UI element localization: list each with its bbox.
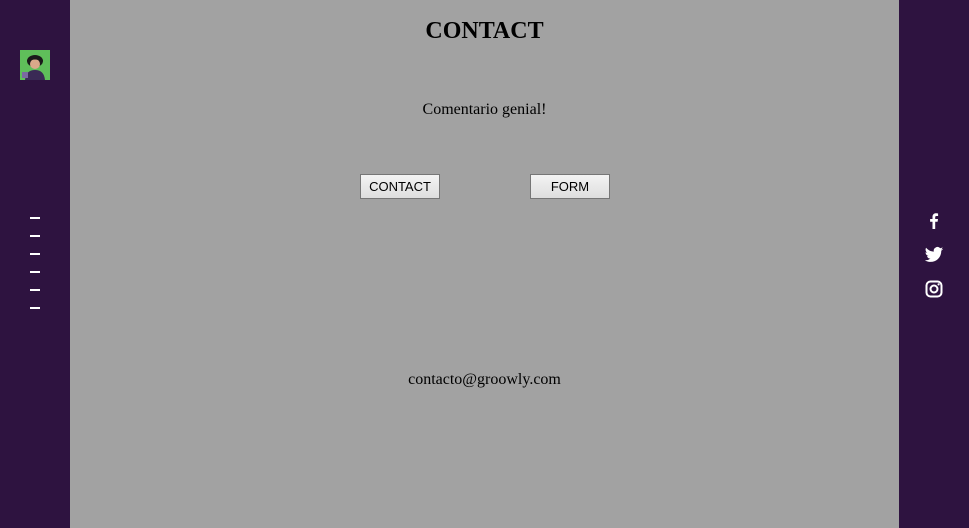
nav-item-4[interactable] xyxy=(30,271,40,273)
main-content: CONTACT Comentario genial! CONTACT FORM … xyxy=(70,0,899,528)
instagram-icon xyxy=(925,280,943,298)
facebook-icon xyxy=(930,213,939,229)
right-sidebar xyxy=(899,0,969,528)
page-title: CONTACT xyxy=(425,18,544,44)
nav-menu xyxy=(30,217,40,325)
avatar[interactable] xyxy=(20,50,50,80)
comment-text: Comentario genial! xyxy=(422,101,547,118)
instagram-link[interactable] xyxy=(924,279,944,299)
page: CONTACT Comentario genial! CONTACT FORM … xyxy=(0,0,969,528)
left-sidebar xyxy=(0,0,70,528)
nav-item-5[interactable] xyxy=(30,289,40,291)
nav-item-6[interactable] xyxy=(30,307,40,309)
nav-item-3[interactable] xyxy=(30,253,40,255)
facebook-link[interactable] xyxy=(924,211,944,231)
user-avatar-icon xyxy=(20,50,50,80)
nav-item-1[interactable] xyxy=(30,217,40,219)
contact-button[interactable]: CONTACT xyxy=(360,174,440,199)
twitter-link[interactable] xyxy=(924,245,944,265)
contact-email: contacto@groowly.com xyxy=(408,371,561,388)
form-button[interactable]: FORM xyxy=(530,174,610,199)
nav-item-2[interactable] xyxy=(30,235,40,237)
twitter-icon xyxy=(924,247,944,262)
